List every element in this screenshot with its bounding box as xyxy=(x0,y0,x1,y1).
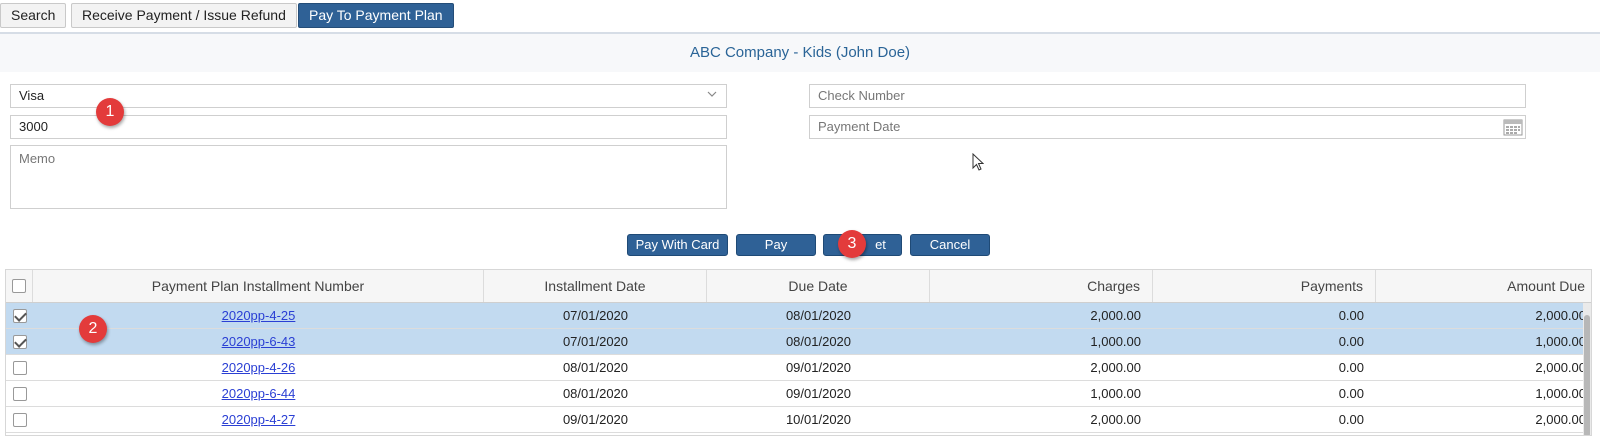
calendar-icon[interactable] xyxy=(1503,118,1523,136)
installment-link[interactable]: 2020pp-4-25 xyxy=(222,308,296,323)
amount-due-cell: 2,000.00 xyxy=(1535,360,1586,375)
callout-2: 2 xyxy=(79,315,107,343)
scrollbar-thumb[interactable] xyxy=(1584,315,1590,435)
table-row[interactable]: 2020pp-4-25 07/01/2020 08/01/2020 2,000.… xyxy=(6,303,1591,329)
due-date-cell: 10/01/2020 xyxy=(785,412,852,427)
charges-cell: 2,000.00 xyxy=(1090,308,1141,323)
payment-date-placeholder: Payment Date xyxy=(818,119,901,134)
page-title: ABC Company - Kids (John Doe) xyxy=(689,44,911,61)
due-date-cell: 08/01/2020 xyxy=(785,308,852,323)
row-checkbox[interactable] xyxy=(12,360,27,375)
select-all-checkbox[interactable] xyxy=(12,279,26,293)
tab-search[interactable]: Search xyxy=(0,3,67,28)
cancel-button[interactable]: Cancel xyxy=(910,234,990,256)
column-header[interactable]: Amount Due xyxy=(1376,270,1591,302)
charges-cell: 1,000.00 xyxy=(1090,334,1141,349)
table-row[interactable]: 2020pp-4-26 08/01/2020 09/01/2020 2,000.… xyxy=(6,355,1591,381)
payments-cell: 0.00 xyxy=(1338,360,1364,375)
row-checkbox-cell xyxy=(6,329,33,354)
amount-due-cell: 2,000.00 xyxy=(1535,412,1586,427)
installment-link[interactable]: 2020pp-4-26 xyxy=(222,360,296,375)
row-checkbox[interactable] xyxy=(12,386,27,401)
due-date-cell: 09/01/2020 xyxy=(785,386,852,401)
row-checkbox[interactable] xyxy=(12,308,27,323)
payments-cell: 0.00 xyxy=(1338,308,1364,323)
payments-cell: 0.00 xyxy=(1338,386,1364,401)
column-header[interactable]: Payments xyxy=(1153,270,1376,302)
payments-cell: 0.00 xyxy=(1338,412,1364,427)
amount-due-cell: 2,000.00 xyxy=(1535,308,1586,323)
amount-due-cell: 1,000.00 xyxy=(1535,334,1586,349)
callout-1: 1 xyxy=(96,98,124,126)
installment-date-cell: 08/01/2020 xyxy=(562,360,629,375)
table-row[interactable]: 2020pp-4-27 09/01/2020 10/01/2020 2,000.… xyxy=(6,407,1591,433)
charges-cell: 2,000.00 xyxy=(1090,412,1141,427)
table-row[interactable]: 2020pp-6-43 07/01/2020 08/01/2020 1,000.… xyxy=(6,329,1591,355)
customer-header: ABC Company - Kids (John Doe) xyxy=(0,32,1600,72)
charges-cell: 2,000.00 xyxy=(1090,360,1141,375)
pay-button[interactable]: Pay xyxy=(736,234,816,256)
row-checkbox-cell xyxy=(6,381,33,406)
due-date-cell: 09/01/2020 xyxy=(785,360,852,375)
memo-field[interactable]: Memo xyxy=(10,145,727,209)
payments-cell: 0.00 xyxy=(1338,334,1364,349)
row-checkbox[interactable] xyxy=(12,334,27,349)
check-number-field[interactable]: Check Number xyxy=(809,84,1526,108)
row-checkbox-cell xyxy=(6,355,33,380)
installment-number-cell: 2020pp-4-27 xyxy=(33,407,484,432)
column-header[interactable]: Due Date xyxy=(707,270,930,302)
header-checkbox-cell xyxy=(6,270,33,302)
installment-date-cell: 07/01/2020 xyxy=(562,334,629,349)
payment-method-value: Visa xyxy=(19,88,45,103)
table-row[interactable]: 2020pp-6-44 08/01/2020 09/01/2020 1,000.… xyxy=(6,381,1591,407)
payment-date-field[interactable]: Payment Date xyxy=(809,115,1526,139)
row-checkbox-cell xyxy=(6,303,33,328)
due-date-cell: 08/01/2020 xyxy=(785,334,852,349)
charges-cell: 1,000.00 xyxy=(1090,386,1141,401)
installment-number-cell: 2020pp-6-44 xyxy=(33,381,484,406)
check-number-placeholder: Check Number xyxy=(818,88,905,103)
column-header[interactable]: Installment Date xyxy=(484,270,707,302)
installments-table: Payment Plan Installment Number Installm… xyxy=(5,269,1592,436)
installment-date-cell: 08/01/2020 xyxy=(562,386,629,401)
installment-link[interactable]: 2020pp-6-44 xyxy=(222,386,296,401)
amount-due-cell: 1,000.00 xyxy=(1535,386,1586,401)
installment-link[interactable]: 2020pp-6-43 xyxy=(222,334,296,349)
callout-3: 3 xyxy=(838,230,866,258)
tab-pay-to-payment-plan[interactable]: Pay To Payment Plan xyxy=(298,3,454,28)
mouse-cursor-icon xyxy=(972,153,984,171)
chevron-down-icon xyxy=(707,91,717,97)
amount-value: 3000 xyxy=(19,119,48,134)
tab-receive-payment[interactable]: Receive Payment / Issue Refund xyxy=(71,3,297,28)
pay-with-card-button[interactable]: Pay With Card xyxy=(627,234,728,256)
column-header[interactable]: Payment Plan Installment Number xyxy=(33,270,484,302)
installment-date-cell: 09/01/2020 xyxy=(562,412,629,427)
table-header: Payment Plan Installment Number Installm… xyxy=(6,270,1591,303)
memo-placeholder: Memo xyxy=(19,151,56,166)
row-checkbox[interactable] xyxy=(12,412,27,427)
installment-number-cell: 2020pp-4-26 xyxy=(33,355,484,380)
installment-link[interactable]: 2020pp-4-27 xyxy=(222,412,296,427)
column-header[interactable]: Charges xyxy=(930,270,1153,302)
installment-date-cell: 07/01/2020 xyxy=(562,308,629,323)
row-checkbox-cell xyxy=(6,407,33,432)
